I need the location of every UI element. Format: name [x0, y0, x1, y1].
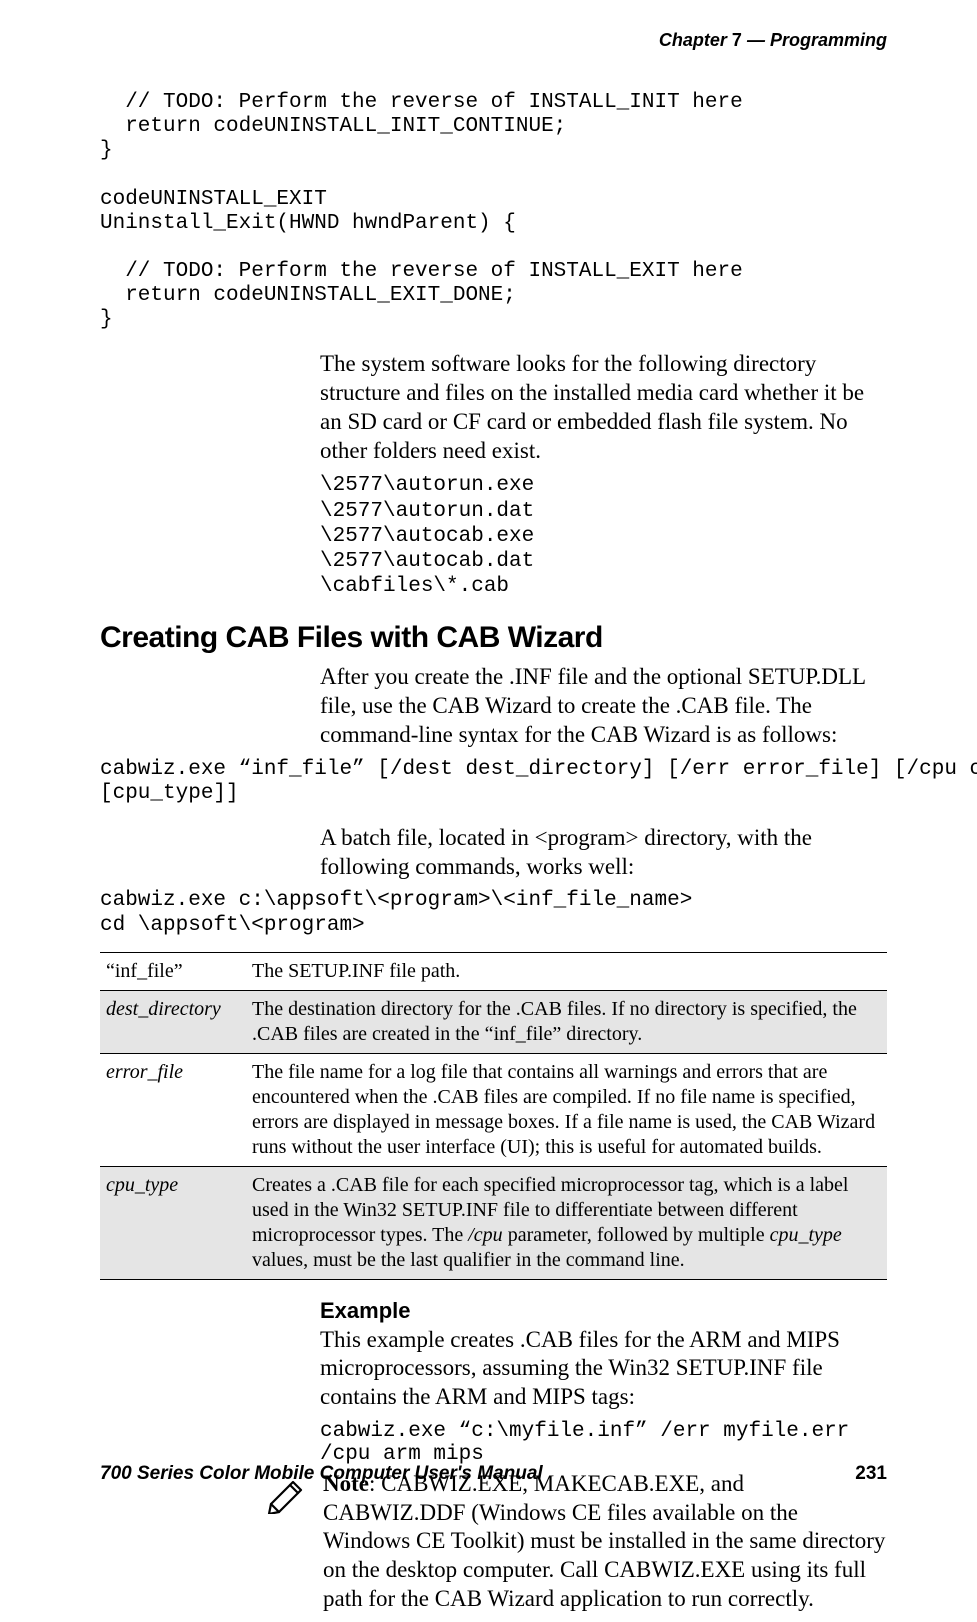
page-footer: 700 Series Color Mobile Computer User's … [100, 1463, 887, 1485]
footer-title: 700 Series Color Mobile Computer User's … [100, 1463, 543, 1485]
param-name: dest_directory [100, 990, 246, 1053]
param-name: “inf_file” [100, 952, 246, 990]
header-chapter-number: 7 [732, 30, 742, 50]
table-row: “inf_file”The SETUP.INF file path. [100, 952, 887, 990]
header-chapter-word: Chapter [659, 30, 727, 50]
section-heading-cabwizard: Creating CAB Files with CAB Wizard [100, 621, 887, 655]
header-dash: — [747, 30, 765, 50]
table-row: dest_directoryThe destination directory … [100, 990, 887, 1053]
header-section-title: Programming [770, 30, 887, 50]
example-command: cabwiz.exe “c:\myfile.inf” /err myfile.e… [320, 1420, 887, 1466]
paragraph-cabwizard-intro: After you create the .INF file and the o… [320, 663, 887, 749]
param-description: The SETUP.INF file path. [246, 952, 887, 990]
path-list: \2577\autorun.exe \2577\autorun.dat \257… [320, 473, 887, 599]
note-body: : CABWIZ.EXE, MAKECAB.EXE, and CABWIZ.DD… [323, 1471, 885, 1611]
param-description: Creates a .CAB file for each specified m… [246, 1166, 887, 1279]
example-paragraph: This example creates .CAB files for the … [320, 1326, 887, 1412]
cabwiz-syntax: cabwiz.exe “inf_file” [/dest dest_direct… [100, 758, 887, 806]
running-header: Chapter 7 — Programming [100, 30, 887, 51]
param-name: cpu_type [100, 1166, 246, 1279]
paragraph-batchfile: A batch file, located in <program> direc… [320, 824, 887, 882]
page: Chapter 7 — Programming // TODO: Perform… [0, 0, 977, 1519]
parameters-table: “inf_file”The SETUP.INF file path.dest_d… [100, 952, 887, 1280]
table-row: cpu_typeCreates a .CAB file for each spe… [100, 1166, 887, 1279]
param-description: The destination directory for the .CAB f… [246, 990, 887, 1053]
param-description: The file name for a log file that contai… [246, 1053, 887, 1166]
footer-page-number: 231 [855, 1463, 887, 1485]
param-name: error_file [100, 1053, 246, 1166]
paragraph-directory-structure: The system software looks for the follow… [320, 350, 887, 465]
note-paragraph: Note: CABWIZ.EXE, MAKECAB.EXE, and CABWI… [323, 1470, 887, 1614]
table-row: error_fileThe file name for a log file t… [100, 1053, 887, 1166]
example-heading: Example [320, 1298, 887, 1324]
batch-commands: cabwiz.exe c:\appsoft\<program>\<inf_fil… [100, 889, 887, 937]
code-block-uninstall: // TODO: Perform the reverse of INSTALL_… [100, 91, 887, 332]
